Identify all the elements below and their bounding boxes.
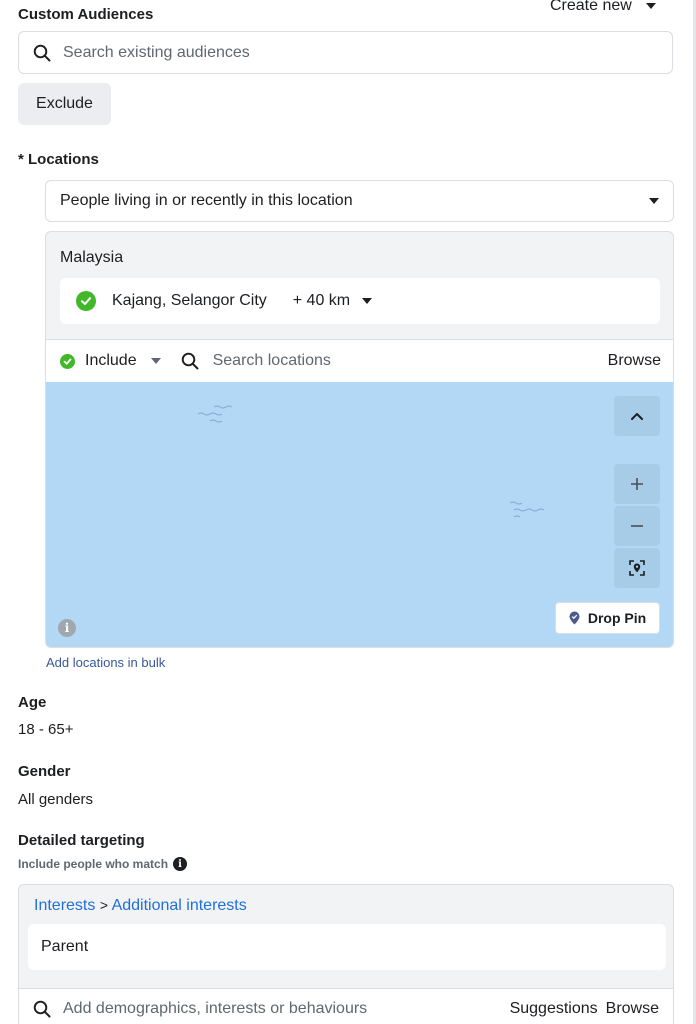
collapse-map-button[interactable] [614, 396, 660, 436]
detailed-targeting-subtitle-row: Include people who match i [18, 857, 188, 871]
zoom-out-button[interactable] [614, 506, 660, 546]
search-audiences-placeholder: Search existing audiences [63, 43, 250, 61]
radius-value: + 40 km [292, 292, 351, 309]
interests-breadcrumb: Interests > Additional interests [34, 897, 247, 915]
custom-audiences-title: Custom Audiences [18, 6, 154, 23]
add-locations-bulk-link[interactable]: Add locations in bulk [46, 655, 165, 670]
caret-down-icon [150, 358, 161, 364]
create-new-dropdown[interactable]: Create new [550, 0, 656, 16]
detailed-targeting-subtitle: Include people who match [18, 857, 169, 871]
location-type-value: People living in or recently in this loc… [60, 192, 353, 209]
water-waves-icon [197, 405, 233, 423]
locations-title: * Locations [18, 151, 99, 168]
search-icon [181, 352, 199, 370]
minus-icon [631, 525, 643, 527]
pin-icon [569, 611, 580, 625]
breadcrumb-separator: > [99, 897, 108, 913]
detailed-targeting-title: Detailed targeting [18, 832, 145, 849]
parent-interest-item[interactable]: Parent [28, 924, 666, 970]
chevron-up-icon [631, 413, 643, 420]
gender-title: Gender [18, 763, 71, 780]
location-search-bar: Include Search locations Browse [46, 339, 673, 382]
browse-locations-button[interactable]: Browse [608, 352, 661, 370]
selected-location-row[interactable]: Kajang, Selangor City + 40 km [60, 278, 660, 324]
water-waves-icon [509, 501, 545, 518]
search-icon [33, 44, 51, 61]
location-map[interactable]: i Drop Pin [46, 382, 673, 647]
drop-pin-button[interactable]: Drop Pin [555, 602, 660, 634]
caret-down-icon [645, 3, 656, 9]
caret-down-icon [649, 198, 659, 204]
include-dropdown[interactable]: Include [85, 352, 137, 370]
parent-interest-label: Parent [41, 938, 89, 955]
location-type-select[interactable]: People living in or recently in this loc… [45, 180, 674, 222]
browse-interests-button[interactable]: Browse [606, 1000, 659, 1018]
info-icon[interactable]: i [58, 619, 76, 637]
breadcrumb-interests[interactable]: Interests [34, 897, 95, 914]
zoom-in-button[interactable] [614, 464, 660, 504]
search-icon [33, 1000, 51, 1017]
include-label: Include [85, 352, 137, 369]
search-audiences-input[interactable]: Search existing audiences [18, 31, 673, 74]
drop-pin-label: Drop Pin [587, 610, 647, 626]
detailed-targeting-search-bar: Add demographics, interests or behaviour… [18, 988, 674, 1024]
locate-me-button[interactable] [614, 548, 660, 588]
check-shield-icon [60, 353, 75, 369]
gender-value: All genders [18, 791, 94, 808]
selected-location-name: Kajang, Selangor City [112, 292, 267, 309]
breadcrumb-additional-interests[interactable]: Additional interests [112, 897, 247, 914]
detailed-targeting-panel: Interests > Additional interests Parent … [18, 884, 674, 1024]
age-title: Age [18, 694, 47, 711]
country-label: Malaysia [60, 249, 124, 266]
suggestions-button[interactable]: Suggestions [510, 1000, 598, 1018]
search-locations-input[interactable]: Search locations [213, 352, 331, 370]
location-panel: Malaysia Kajang, Selangor City + 40 km I… [45, 231, 674, 648]
locate-icon [629, 560, 645, 576]
plus-icon [631, 478, 643, 490]
caret-down-icon [362, 298, 373, 304]
check-shield-icon [76, 291, 96, 311]
age-value: 18 - 65+ [18, 721, 74, 738]
create-new-label: Create new [550, 0, 632, 14]
radius-dropdown[interactable]: + 40 km [293, 292, 350, 310]
info-icon[interactable]: i [173, 857, 188, 871]
detailed-targeting-search-input[interactable]: Add demographics, interests or behaviour… [63, 1000, 367, 1018]
exclude-button[interactable]: Exclude [18, 83, 111, 125]
